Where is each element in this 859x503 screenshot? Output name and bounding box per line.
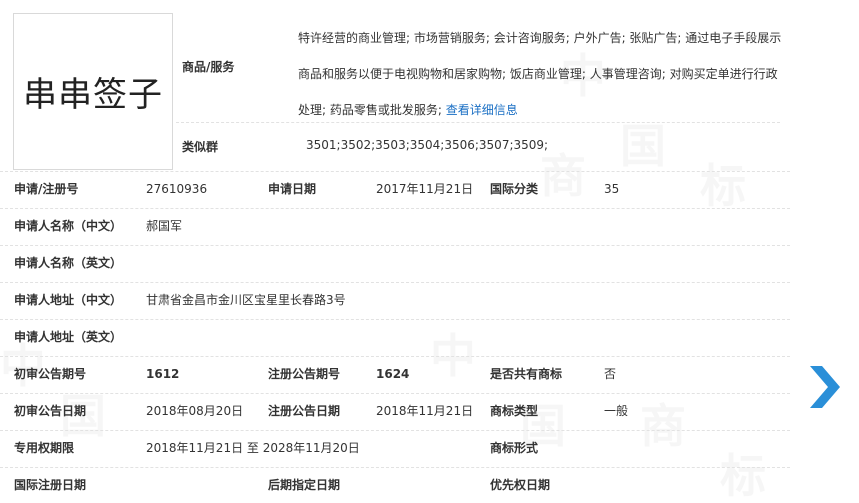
goods-services-value: 特许经营的商业管理; 市场营销服务; 会计咨询服务; 户外广告; 张贴广告; 通…	[298, 31, 782, 117]
next-button[interactable]	[808, 366, 842, 408]
prelim-date-label: 初审公告日期	[14, 404, 87, 418]
reg-no-label: 申请/注册号	[14, 182, 79, 196]
intl-class-value: 35	[604, 182, 620, 196]
exclusive-label: 专用权期限	[14, 441, 75, 455]
reg-no-value: 27610936	[146, 182, 208, 196]
intl-reg-label: 国际注册日期	[14, 478, 87, 492]
address-en-label: 申请人地址（英文）	[14, 330, 123, 344]
prelim-date-value: 2018年08月20日	[146, 404, 244, 418]
info-row: 专用权期限 2018年11月21日 至 2028年11月20日 商标形式	[0, 430, 790, 467]
reg-date-label: 注册公告日期	[268, 404, 341, 418]
reg-issue-label: 注册公告期号	[268, 367, 341, 381]
applicant-cn-value: 郝国军	[146, 219, 183, 233]
info-row: 申请人名称（英文）	[0, 245, 790, 282]
tm-form-label: 商标形式	[490, 441, 539, 455]
shared-value: 否	[604, 367, 617, 381]
tm-type-value: 一般	[604, 404, 629, 418]
prelim-issue-value: 1612	[146, 367, 180, 381]
exclusive-value: 2018年11月21日 至 2028年11月20日	[146, 441, 360, 455]
later-label: 后期指定日期	[268, 478, 341, 492]
info-row: 申请人地址（中文） 甘肃省金昌市金川区宝星里长春路3号	[0, 282, 790, 319]
goods-services-label: 商品/服务	[182, 60, 235, 74]
trademark-image: 串串签子	[13, 13, 173, 170]
address-cn-value: 甘肃省金昌市金川区宝星里长春路3号	[146, 293, 346, 307]
info-row: 初审公告期号 1612 注册公告期号 1624 是否共有商标 否	[0, 356, 790, 393]
applicant-en-label: 申请人名称（英文）	[14, 256, 123, 270]
shared-label: 是否共有商标	[490, 367, 563, 381]
priority-label: 优先权日期	[490, 478, 551, 492]
address-cn-label: 申请人地址（中文）	[14, 293, 123, 307]
goods-services-text: 特许经营的商业管理; 市场营销服务; 会计咨询服务; 户外广告; 张贴广告; 通…	[298, 20, 788, 128]
similar-group-value: 3501;3502;3503;3504;3506;3507;3509;	[306, 138, 549, 152]
prelim-issue-label: 初审公告期号	[14, 367, 87, 381]
view-details-link[interactable]: 查看详细信息	[446, 103, 518, 117]
trademark-name: 串串签子	[23, 75, 163, 115]
apply-date-value: 2017年11月21日	[376, 182, 474, 196]
reg-date-value: 2018年11月21日	[376, 404, 474, 418]
divider	[176, 122, 780, 123]
info-row: 申请人名称（中文） 郝国军	[0, 208, 790, 245]
tm-type-label: 商标类型	[490, 404, 539, 418]
info-row: 申请/注册号 27610936 申请日期 2017年11月21日 国际分类 35	[0, 171, 790, 208]
chevron-right-icon	[810, 366, 840, 408]
apply-date-label: 申请日期	[268, 182, 317, 196]
info-row: 申请人地址（英文）	[0, 319, 790, 356]
info-row: 初审公告日期 2018年08月20日 注册公告日期 2018年11月21日 商标…	[0, 393, 790, 430]
intl-class-label: 国际分类	[490, 182, 539, 196]
similar-group-label: 类似群	[182, 140, 219, 154]
applicant-cn-label: 申请人名称（中文）	[14, 219, 123, 233]
reg-issue-value: 1624	[376, 367, 410, 381]
info-row: 国际注册日期 后期指定日期 优先权日期	[0, 467, 790, 503]
